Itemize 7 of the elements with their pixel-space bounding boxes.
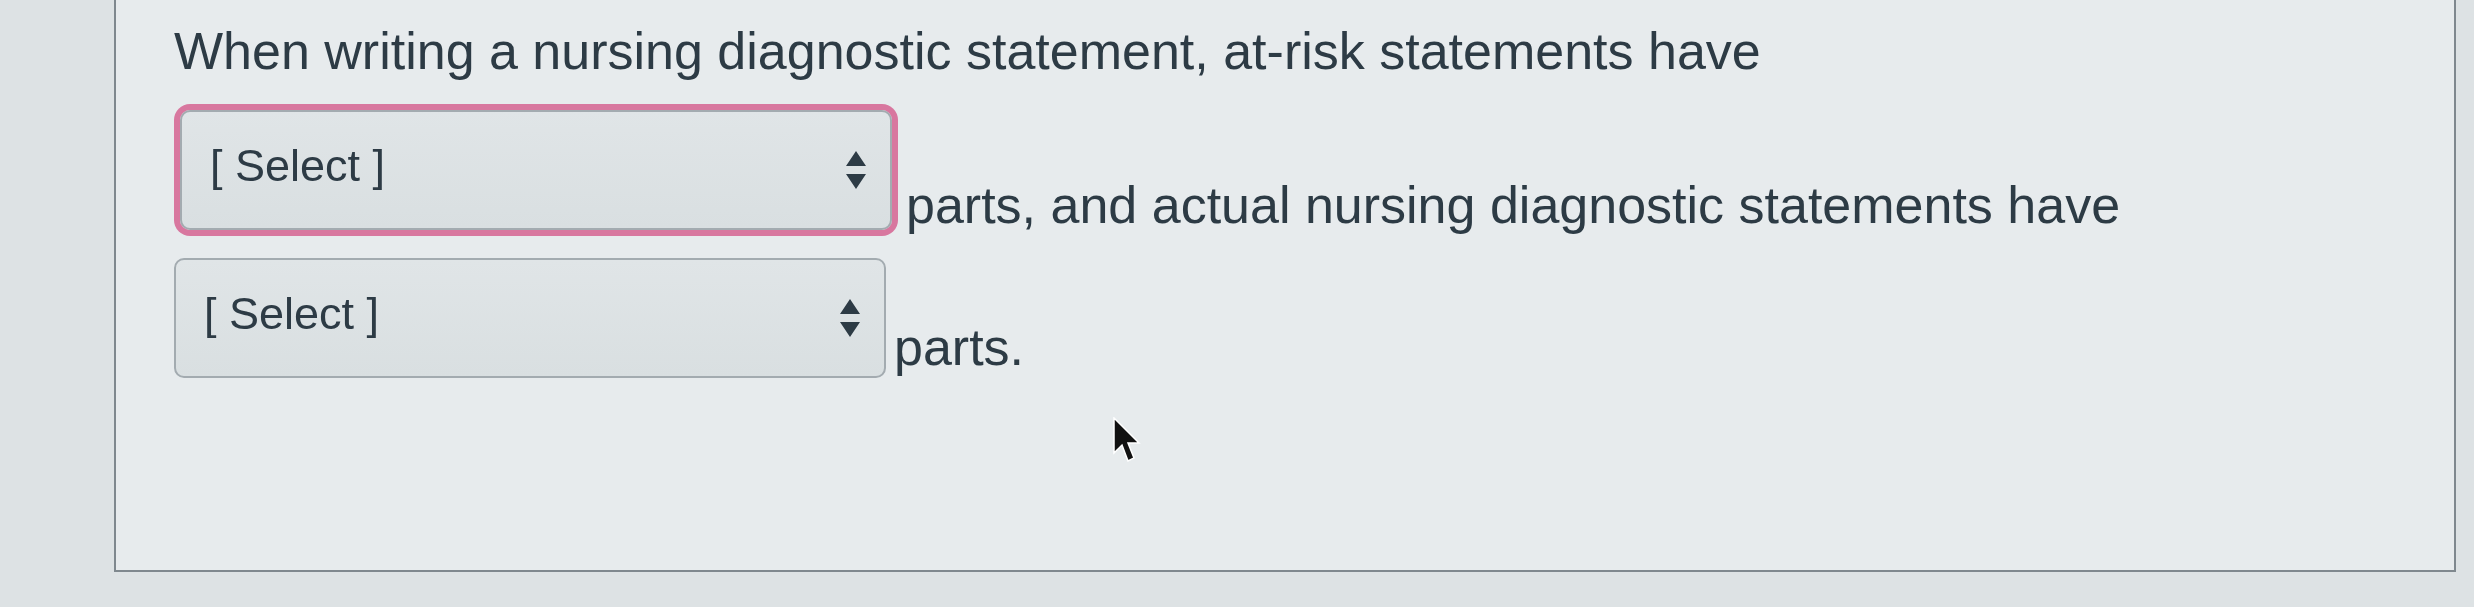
question-text: parts.	[894, 317, 1025, 378]
question-text: When writing a nursing diagnostic statement, at-risk statements have	[174, 21, 1761, 82]
select-dropdown[interactable]: [ Select ]	[174, 258, 886, 379]
mouse-pointer-icon	[1113, 417, 1141, 463]
question-text: parts, and actual nursing diagnostic statements have	[906, 175, 2121, 236]
sort-arrows-icon	[840, 299, 860, 338]
sort-arrows-icon	[846, 151, 866, 190]
